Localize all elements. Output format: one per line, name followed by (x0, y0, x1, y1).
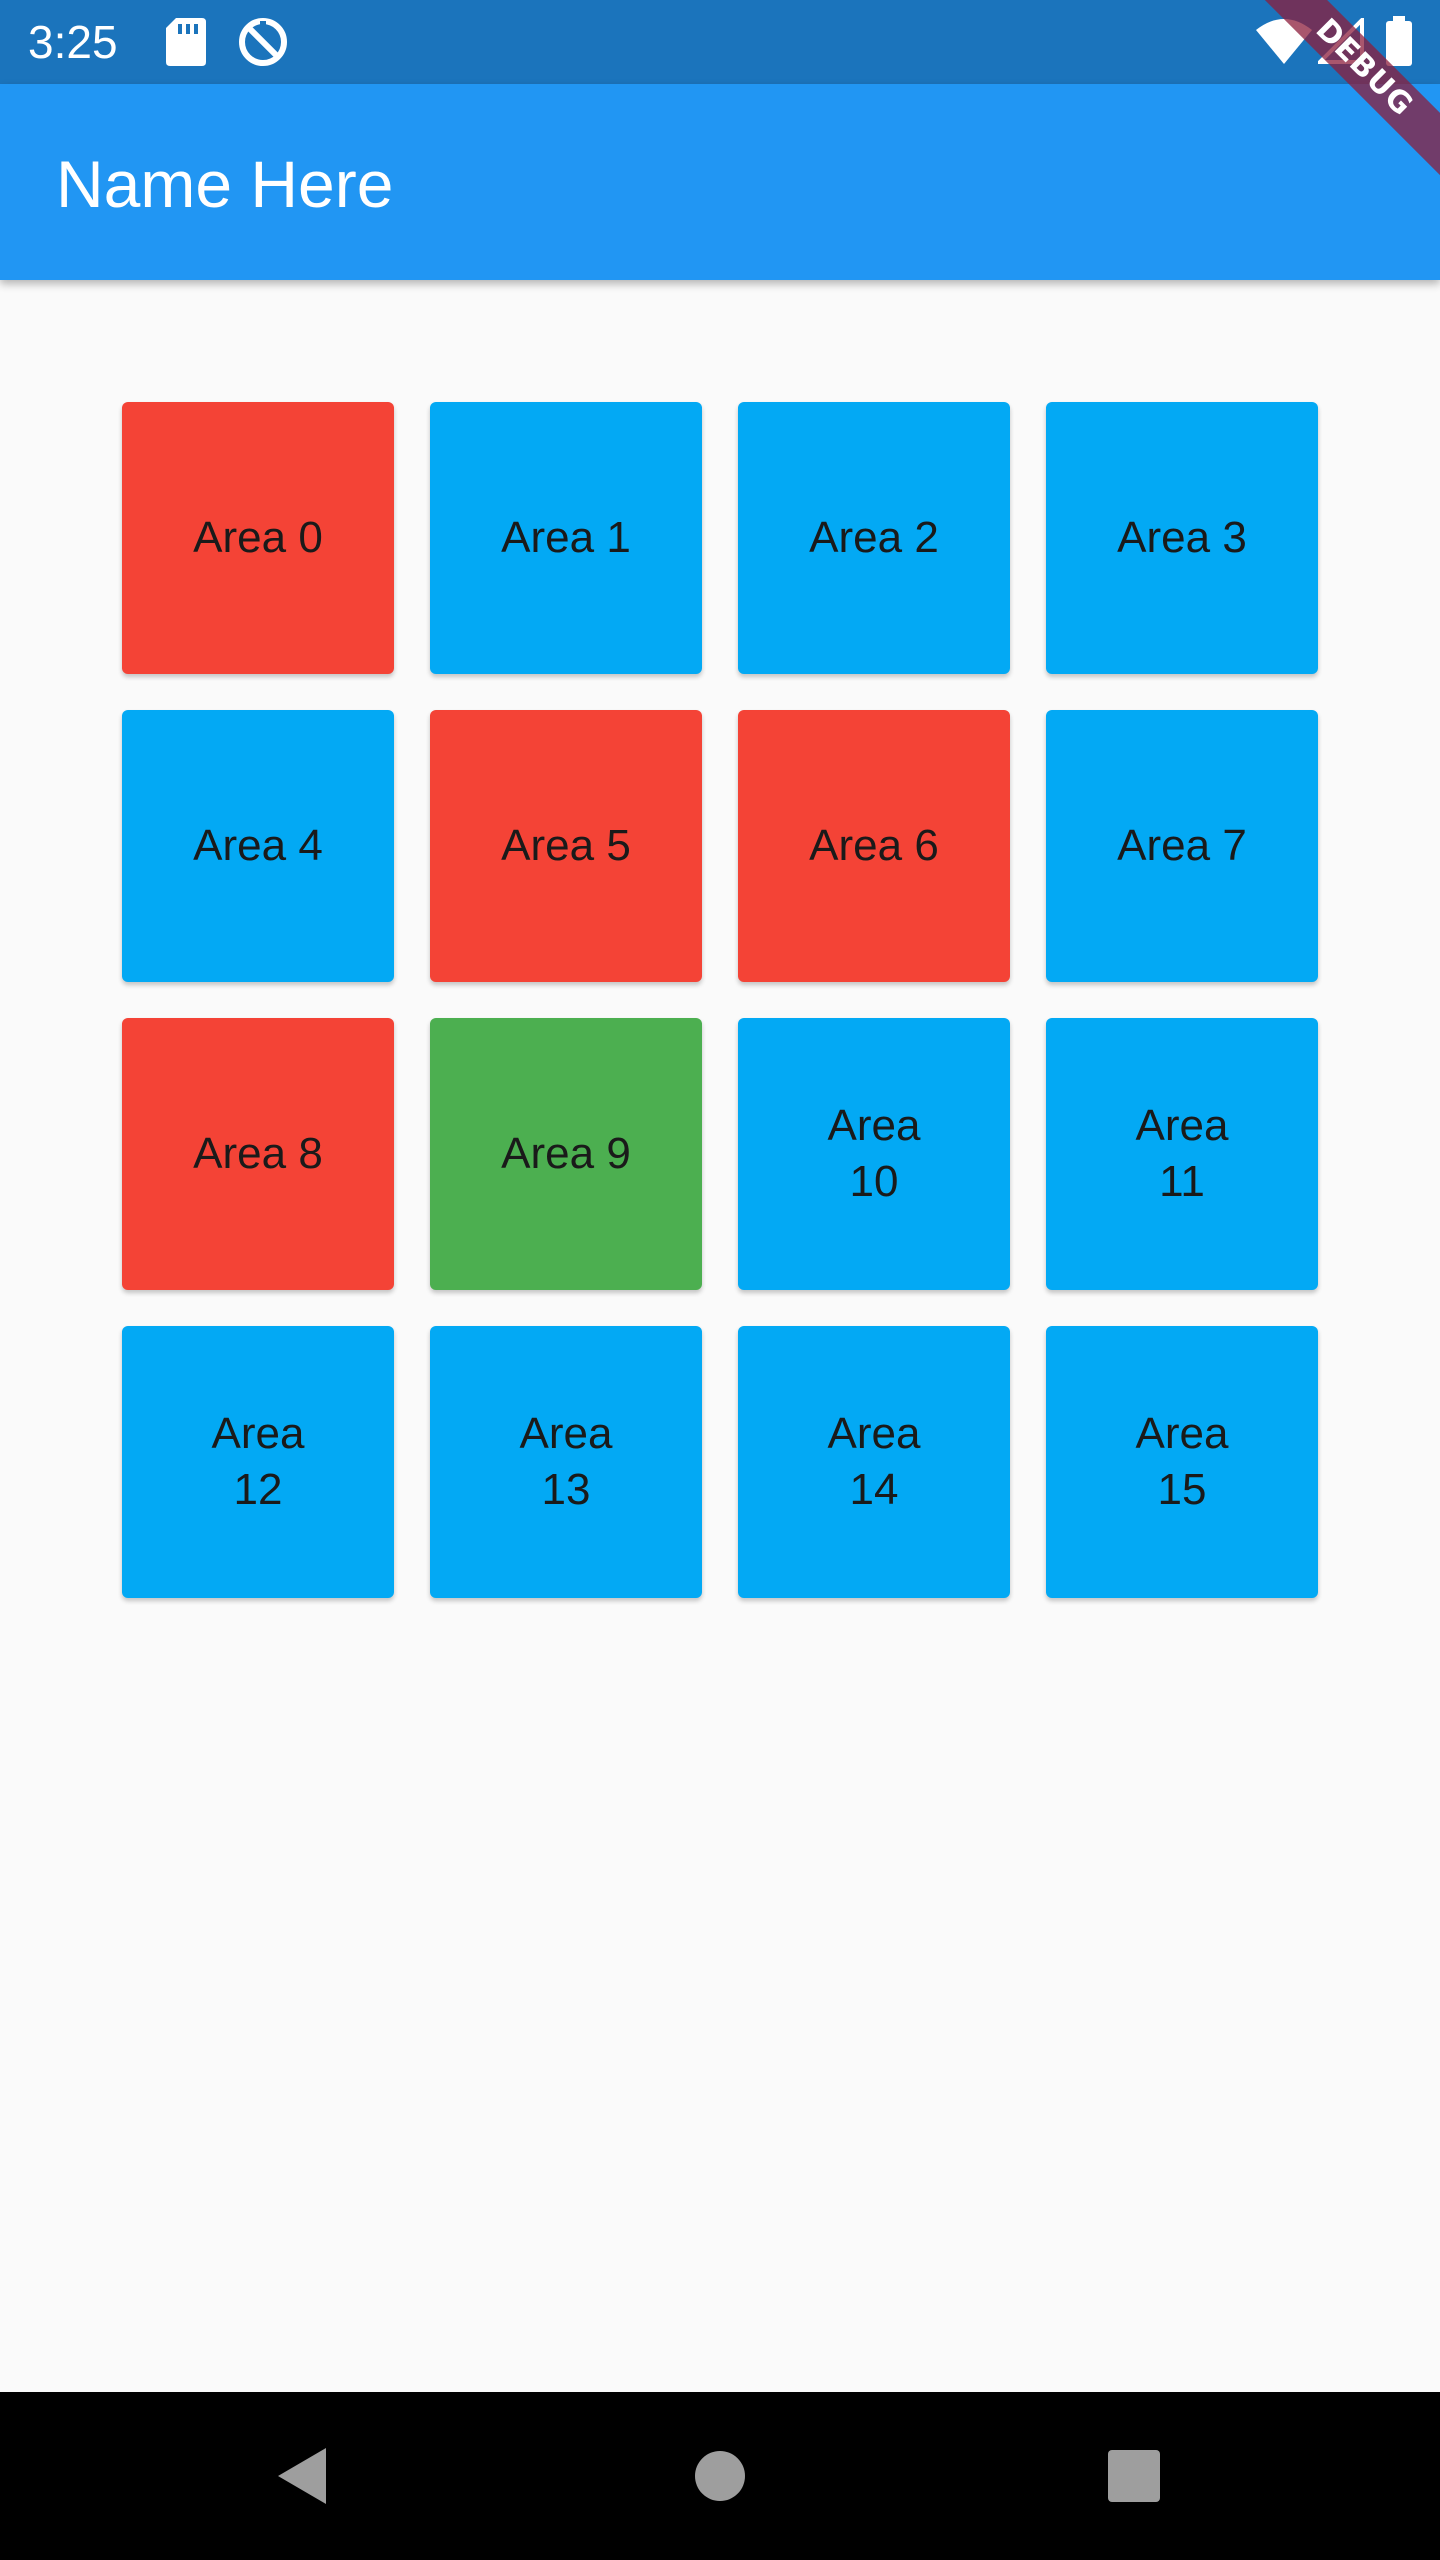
area-tile-13[interactable]: Area 13 (430, 1326, 702, 1598)
area-tile-5[interactable]: Area 5 (430, 710, 702, 982)
area-tile-label: Area 10 (827, 1101, 921, 1206)
area-tile-6[interactable]: Area 6 (738, 710, 1010, 982)
recents-icon (1108, 2450, 1160, 2502)
battery-icon (1384, 16, 1414, 68)
recents-button[interactable] (1094, 2436, 1174, 2516)
area-tile-14[interactable]: Area 14 (738, 1326, 1010, 1598)
area-tile-7[interactable]: Area 7 (1046, 710, 1318, 982)
area-tile-label: Area 15 (1135, 1409, 1229, 1514)
area-tile-label: Area 12 (211, 1409, 305, 1514)
app-bar: Name Here (0, 84, 1440, 280)
status-time: 3:25 (28, 16, 118, 68)
area-tile-label: Area 7 (1117, 821, 1247, 870)
area-tile-1[interactable]: Area 1 (430, 402, 702, 674)
area-tile-3[interactable]: Area 3 (1046, 402, 1318, 674)
back-button[interactable] (262, 2436, 342, 2516)
cellular-signal-icon (1318, 18, 1364, 70)
area-tile-label: Area 9 (501, 1129, 631, 1178)
area-tile-8[interactable]: Area 8 (122, 1018, 394, 1290)
area-tile-label: Area 4 (193, 821, 323, 870)
sd-card-icon (166, 16, 206, 68)
area-tile-10[interactable]: Area 10 (738, 1018, 1010, 1290)
area-tile-label: Area 13 (519, 1409, 613, 1514)
area-tile-11[interactable]: Area 11 (1046, 1018, 1318, 1290)
area-tile-label: Area 0 (193, 513, 323, 562)
data-saver-icon (236, 16, 290, 68)
area-tile-label: Area 5 (501, 821, 631, 870)
area-tile-0[interactable]: Area 0 (122, 402, 394, 674)
navigation-bar (0, 2392, 1440, 2560)
area-tile-2[interactable]: Area 2 (738, 402, 1010, 674)
area-tile-label: Area 1 (501, 513, 631, 562)
area-tile-label: Area 3 (1117, 513, 1247, 562)
home-icon (695, 2451, 745, 2501)
area-tile-label: Area 14 (827, 1409, 921, 1514)
wifi-icon (1256, 18, 1312, 70)
area-tile-label: Area 11 (1135, 1101, 1229, 1206)
app-screen: 3:25 DEBUG Name Here Area 0 Area 1 Area … (0, 0, 1440, 2560)
area-tile-label: Area 8 (193, 1129, 323, 1178)
area-tile-label: Area 6 (809, 821, 939, 870)
area-tile-label: Area 2 (809, 513, 939, 562)
area-tile-12[interactable]: Area 12 (122, 1326, 394, 1598)
home-button[interactable] (680, 2436, 760, 2516)
page-title: Name Here (56, 147, 394, 221)
area-tile-15[interactable]: Area 15 (1046, 1326, 1318, 1598)
area-tile-9[interactable]: Area 9 (430, 1018, 702, 1290)
area-grid: Area 0 Area 1 Area 2 Area 3 Area 4 Area 5 Area… (122, 402, 1318, 1598)
back-icon (278, 2448, 326, 2504)
status-bar: 3:25 (0, 0, 1440, 84)
area-tile-4[interactable]: Area 4 (122, 710, 394, 982)
